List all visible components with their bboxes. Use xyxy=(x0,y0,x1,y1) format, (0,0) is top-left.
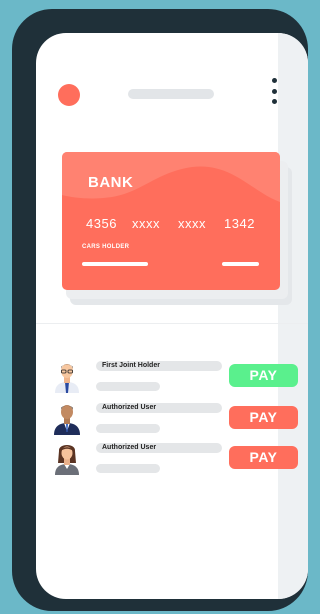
card-number-group-2: xxxx xyxy=(132,216,160,231)
user-name: First Joint Holder xyxy=(96,361,222,371)
user-detail-placeholder xyxy=(96,382,160,391)
pay-button[interactable]: PAY xyxy=(229,446,298,469)
pay-button[interactable]: PAY xyxy=(229,364,298,387)
profile-avatar[interactable] xyxy=(58,84,80,106)
bank-name: BANK xyxy=(88,174,134,191)
list-item: Authorized User PAY xyxy=(36,401,308,441)
man-with-glasses-icon xyxy=(55,364,79,393)
app-screen: BANK 4356 xxxx xxxx 1342 CARS HOLDER Fir… xyxy=(36,33,308,599)
card-expiry-placeholder xyxy=(222,262,259,266)
card-number-group-4: 1342 xyxy=(224,216,255,231)
section-divider xyxy=(36,323,308,324)
user-detail-placeholder xyxy=(96,424,160,433)
man-in-suit-icon xyxy=(54,405,80,435)
card-holder-label: CARS HOLDER xyxy=(82,244,130,250)
header-title-placeholder xyxy=(128,89,214,99)
pay-button[interactable]: PAY xyxy=(229,406,298,429)
bank-card[interactable]: BANK 4356 xxxx xxxx 1342 CARS HOLDER xyxy=(62,152,280,290)
card-holder-name-placeholder xyxy=(82,262,148,266)
screen-shade xyxy=(278,33,308,599)
user-detail-placeholder xyxy=(96,464,160,473)
list-item: First Joint Holder PAY xyxy=(36,359,308,399)
user-name: Authorized User xyxy=(96,403,222,413)
list-item: Authorized User PAY xyxy=(36,441,308,481)
user-name: Authorized User xyxy=(96,443,222,453)
more-menu-icon[interactable] xyxy=(269,78,279,104)
phone-frame: BANK 4356 xxxx xxxx 1342 CARS HOLDER Fir… xyxy=(12,9,308,611)
woman-icon xyxy=(55,445,79,475)
card-number-group-1: 4356 xyxy=(86,216,117,231)
card-number-group-3: xxxx xyxy=(178,216,206,231)
